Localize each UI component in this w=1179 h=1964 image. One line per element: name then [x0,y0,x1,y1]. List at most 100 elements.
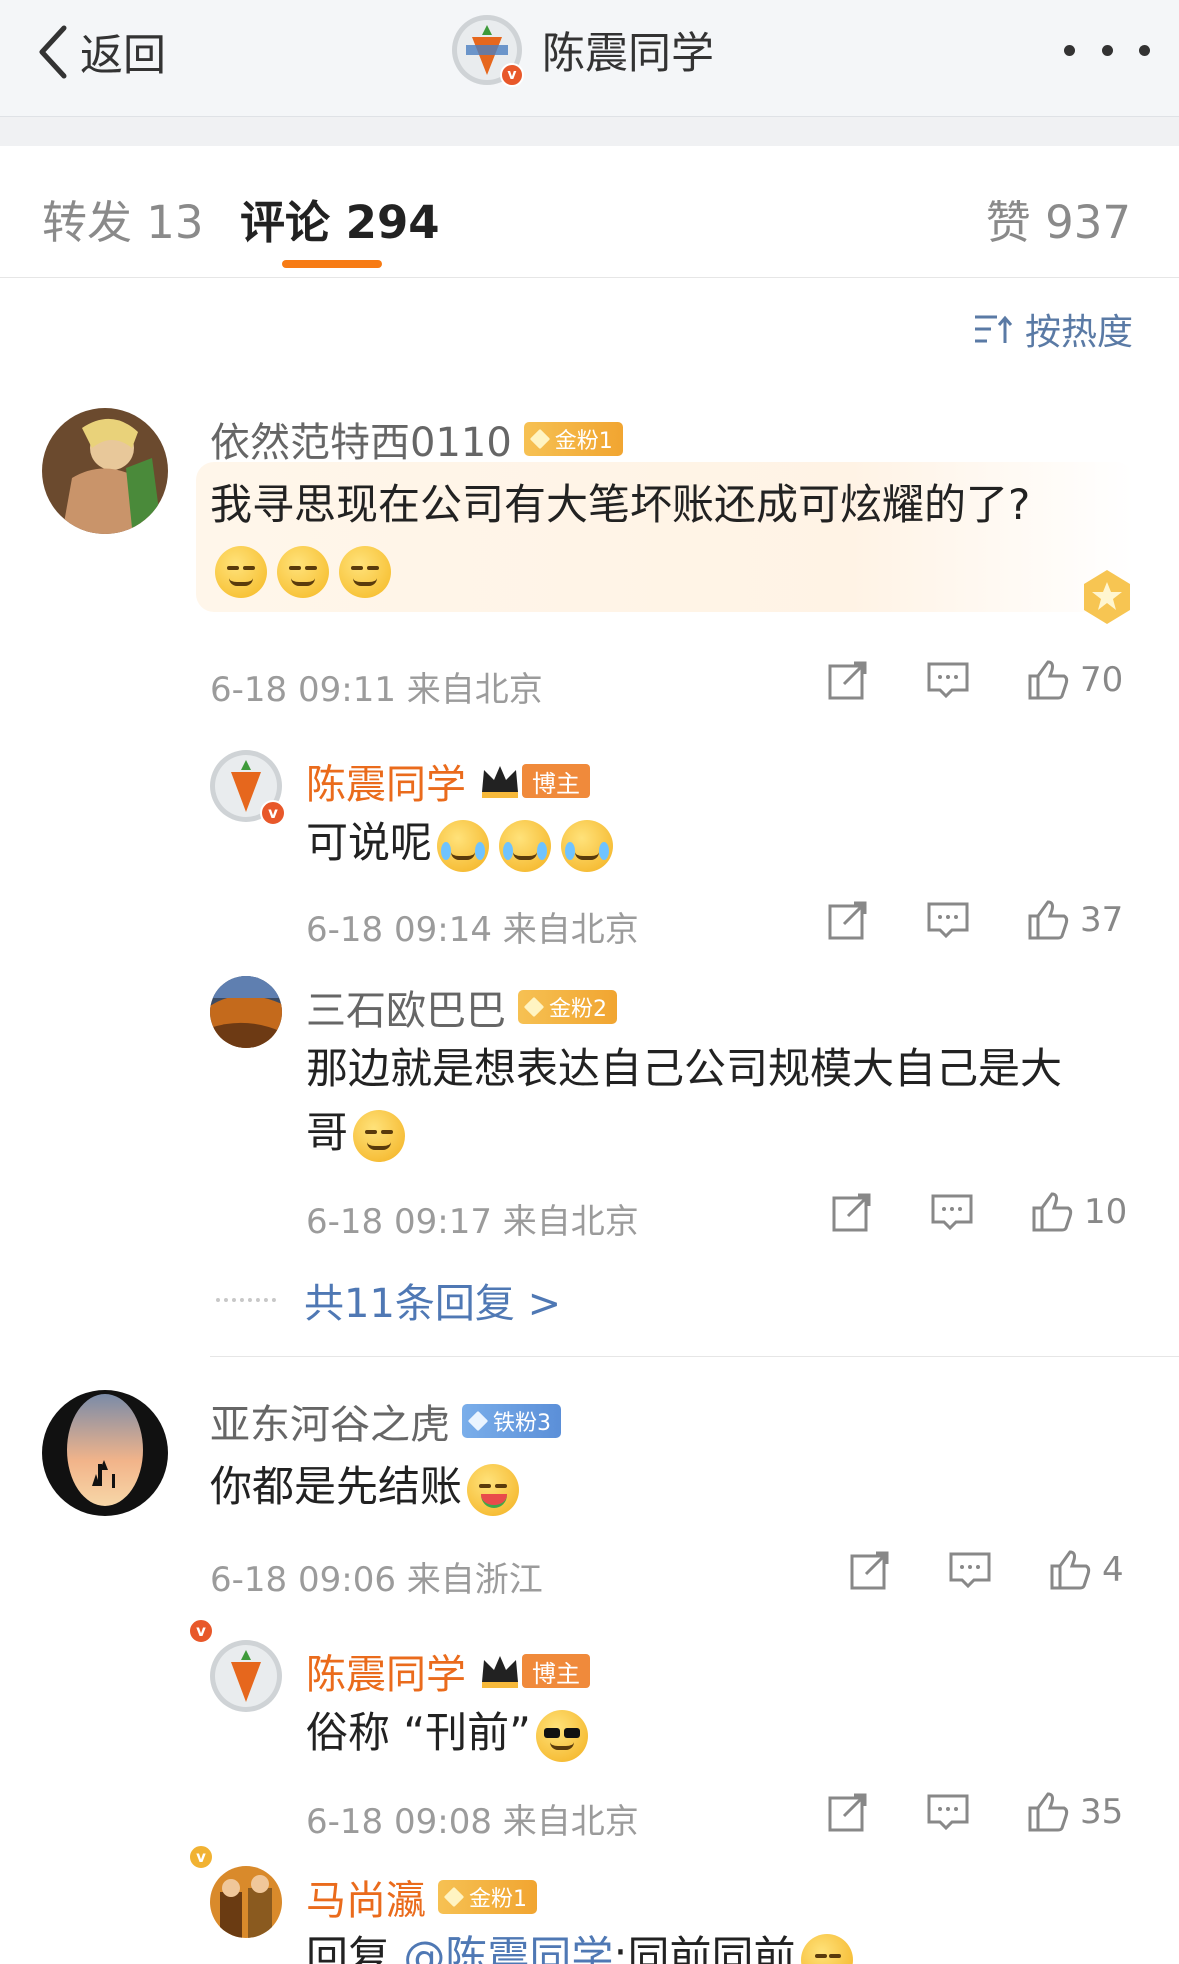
reply-text-content: 可说呢 [306,818,433,867]
reply-author[interactable]: 陈震同学 博主 [306,1642,590,1700]
like-button[interactable]: 35 [1026,1790,1123,1834]
avatar[interactable] [42,408,168,534]
comment-meta: 6-18 09:11 来自北京 [210,662,543,711]
reply-meta: 6-18 09:08 来自北京 [306,1794,639,1843]
avatar[interactable]: v [210,750,286,826]
reply-meta: 6-18 09:14 来自北京 [306,902,639,951]
like-button[interactable]: 37 [1026,898,1123,942]
view-more-replies-link[interactable]: 共11条回复 > [216,1270,561,1330]
gem-icon [523,996,545,1018]
laugh-cry-emoji-icon [499,819,552,872]
repost-button[interactable] [826,1790,870,1834]
nav-title-group[interactable]: v 陈震同学 [452,14,714,87]
comment-divider [210,1356,1179,1357]
repost-button[interactable] [848,1548,892,1592]
username[interactable]: 陈震同学 [306,1642,466,1700]
fan-badge: 铁粉3 [462,1404,561,1438]
tab-repost[interactable]: 转发 13 [42,186,204,251]
crown-icon [478,762,522,800]
reply-author[interactable]: 陈震同学 博主 [306,752,590,810]
more-dots-icon[interactable] [1064,42,1150,58]
smug-emoji-icon [215,545,267,598]
dotted-line [216,1298,276,1302]
comment-author[interactable]: 亚东河谷之虎 铁粉3 [210,1392,561,1450]
username[interactable]: 亚东河谷之虎 [210,1392,450,1450]
timestamp: 6-18 09:06 [210,1560,396,1600]
reply-actions: 35 [826,1790,1123,1834]
mention-link[interactable]: @陈震同学 [403,1932,613,1964]
comment-button[interactable] [926,898,970,942]
more-replies-label: 共11条回复 > [304,1281,562,1327]
fan-badge-label: 金粉1 [469,1887,527,1912]
reply-text-line1: 那边就是想表达自己公司规模大自己是大 [306,1044,1063,1093]
comment-icon [927,1794,969,1831]
reply-text: 俗称 “刊前” [306,1702,593,1764]
comment-button[interactable] [930,1190,974,1234]
repost-icon [828,1793,867,1832]
crown-icon [478,1652,522,1690]
location: 来自北京 [406,670,543,710]
username[interactable]: 马尚瀛 [306,1868,426,1926]
chevron-left-icon [39,25,67,79]
fan-badge: 金粉2 [518,990,617,1024]
tab-comment[interactable]: 评论 294 [240,186,440,251]
comment-text: 我寻思现在公司有大笔坏账还成可炫耀的了? [210,480,1031,529]
comment-button[interactable] [948,1548,992,1592]
fan-badge: 金粉1 [438,1880,537,1914]
verified-icon: v [188,1618,214,1644]
sort-button[interactable]: 按热度 [973,304,1133,354]
like-count: 4 [1102,1550,1124,1590]
back-button[interactable]: 返回 [36,22,166,82]
reply-text-content: 哥 [306,1108,349,1157]
like-count: 10 [1084,1192,1128,1232]
fan-badge: 金粉1 [523,422,623,456]
section-divider [0,116,1179,146]
comment-meta: 6-18 09:06 来自浙江 [210,1552,543,1601]
reply-actions: 10 [830,1190,1127,1234]
sort-label: 按热度 [1024,312,1133,353]
top-nav-bar: 返回 v 陈震同学 [0,0,1179,116]
reply-author[interactable]: 马尚瀛 金粉1 [306,1868,537,1926]
verified-icon: v [188,1844,214,1870]
comment-button[interactable] [926,1790,970,1834]
comment-icon [927,902,969,939]
username[interactable]: 依然范特西0110 [210,410,512,468]
timestamp: 6-18 09:08 [306,1802,492,1842]
timestamp: 6-18 09:17 [306,1202,492,1242]
active-tab-indicator [282,260,382,268]
back-label: 返回 [80,31,166,81]
crown-gem-icon [443,1886,465,1908]
repost-icon [828,901,867,940]
face-emoji-icon [800,1933,853,1964]
comment-actions: 70 [826,658,1123,702]
like-button[interactable]: 70 [1026,658,1123,702]
comment-icon [949,1552,991,1589]
like-count: 70 [1080,660,1124,700]
reply-text-line2: 哥 [306,1102,410,1164]
like-button[interactable]: 10 [1030,1190,1127,1234]
page-title: 陈震同学 [542,29,714,79]
verified-icon: v [500,63,524,87]
username[interactable]: 陈震同学 [306,752,466,810]
tab-like[interactable]: 赞 937 [986,186,1131,251]
timestamp: 6-18 09:14 [306,910,492,950]
comment-button[interactable] [926,658,970,702]
repost-button[interactable] [826,658,870,702]
verified-icon: v [260,800,286,826]
username[interactable]: 三石欧巴巴 [306,978,506,1036]
cool-sunglasses-emoji-icon [535,1709,588,1762]
repost-button[interactable] [826,898,870,942]
thumbs-up-icon [1028,900,1069,940]
reply-author[interactable]: 三石欧巴巴 金粉2 [306,978,617,1036]
comment-actions: 4 [848,1548,1124,1592]
fan-badge-label: 金粉2 [549,997,607,1022]
reply-suffix: :同前同前 [613,1932,796,1964]
comment-text-content: 你都是先结账 [210,1462,463,1511]
comment-author[interactable]: 依然范特西0110 金粉1 [210,410,623,468]
repost-icon [850,1551,889,1590]
thumbs-up-icon [1028,1792,1069,1832]
location: 来自北京 [502,1202,639,1242]
repost-button[interactable] [830,1190,874,1234]
like-button[interactable]: 4 [1048,1548,1124,1592]
comment-emojis [210,538,396,600]
